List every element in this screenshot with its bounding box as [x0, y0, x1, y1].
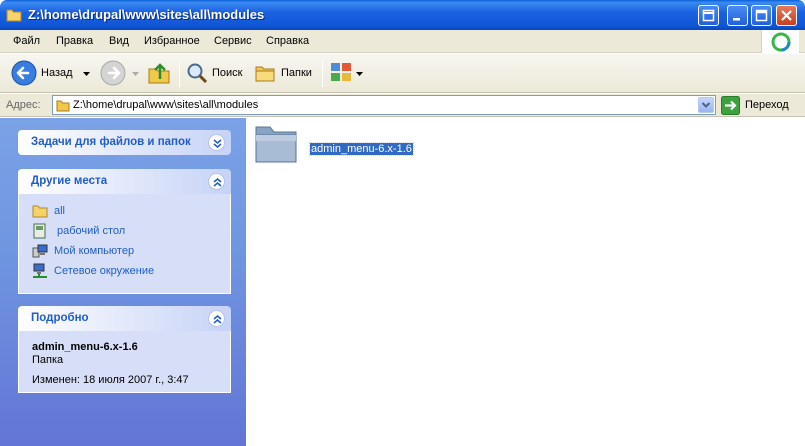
go-arrow-icon	[721, 96, 740, 115]
file-name: admin_menu-6.x-1.6	[309, 142, 414, 156]
details-modified: Изменен: 18 июля 2007 г., 3:47	[32, 374, 189, 386]
chevron-down-icon[interactable]	[83, 72, 90, 76]
up-folder-icon	[148, 63, 170, 84]
windows-logo-icon	[761, 30, 799, 53]
address-value: Z:\home\drupal\www\sites\all\modules	[73, 99, 259, 111]
toolbar: Назад Поиск Папки	[0, 54, 805, 93]
chevron-down-icon	[356, 72, 363, 76]
forward-arrow-icon	[100, 60, 126, 86]
menu-tools[interactable]: Сервис	[214, 35, 252, 47]
address-input[interactable]: Z:\home\drupal\www\sites\all\modules	[52, 95, 716, 115]
folder-icon	[56, 100, 70, 112]
file-tasks-title: Задачи для файлов и папок	[31, 136, 191, 148]
back-arrow-icon	[11, 60, 37, 86]
file-tasks-header[interactable]: Задачи для файлов и папок	[18, 130, 231, 155]
folder-icon	[6, 7, 22, 22]
menu-edit[interactable]: Правка	[56, 35, 93, 47]
back-button[interactable]: Назад	[11, 58, 93, 89]
menu-favorites[interactable]: Избранное	[144, 35, 200, 47]
place-label: all	[54, 205, 66, 217]
computer-icon	[32, 244, 48, 258]
list-item[interactable]: admin_menu-6.x-1.6	[252, 121, 422, 171]
search-label: Поиск	[212, 67, 243, 79]
address-label: Адрес:	[6, 99, 41, 111]
menu-file[interactable]: Файл	[13, 35, 40, 47]
folder-icon	[32, 205, 48, 218]
address-bar: Адрес: Z:\home\drupal\www\sites\all\modu…	[0, 94, 805, 117]
search-icon	[187, 63, 208, 84]
network-icon	[33, 263, 47, 278]
forward-button[interactable]	[100, 58, 142, 89]
place-label: Сетевое окружение	[54, 265, 155, 277]
menu-help[interactable]: Справка	[266, 35, 309, 47]
restore-panes-button[interactable]	[698, 5, 719, 26]
maximize-button[interactable]	[751, 5, 772, 26]
file-tasks-panel: Задачи для файлов и папок	[18, 130, 231, 155]
collapse-icon[interactable]	[208, 173, 225, 190]
place-label: Мой компьютер	[54, 245, 135, 257]
title-bar[interactable]: Z:\home\drupal\www\sites\all\modules	[0, 0, 805, 30]
go-label: Переход	[745, 99, 789, 111]
close-button[interactable]	[776, 5, 797, 26]
search-button[interactable]: Поиск	[186, 58, 248, 89]
task-pane: Задачи для файлов и папок Другие места a…	[0, 118, 246, 446]
details-body: admin_menu-6.x-1.6 Папка Изменен: 18 июл…	[18, 331, 231, 393]
place-label: рабочий стол	[57, 225, 126, 237]
menu-bar: Файл Правка Вид Избранное Сервис Справка	[0, 30, 805, 53]
window-title: Z:\home\drupal\www\sites\all\modules	[28, 7, 265, 22]
folders-label: Папки	[281, 67, 312, 79]
address-dropdown-button[interactable]	[698, 97, 714, 113]
desktop-icon	[33, 223, 46, 239]
chevron-down-icon	[132, 72, 139, 76]
other-places-body: all рабочий стол Мой компьютер Сетевое о…	[18, 194, 231, 294]
details-panel: Подробно admin_menu-6.x-1.6 Папка Измене…	[18, 306, 231, 393]
details-title: Подробно	[31, 312, 89, 324]
scrollbar-area	[795, 118, 805, 446]
folders-button[interactable]: Папки	[254, 58, 316, 89]
minimize-button[interactable]	[727, 5, 748, 26]
views-icon	[331, 63, 351, 81]
details-header[interactable]: Подробно	[18, 306, 231, 331]
views-button[interactable]	[330, 58, 364, 89]
up-folder-button[interactable]	[147, 58, 173, 89]
other-places-header[interactable]: Другие места	[18, 169, 231, 194]
menu-view[interactable]: Вид	[109, 35, 129, 47]
expand-icon[interactable]	[208, 134, 225, 151]
file-list[interactable]: admin_menu-6.x-1.6	[246, 118, 795, 446]
other-places-title: Другие места	[31, 175, 108, 187]
chevron-down-icon	[701, 102, 711, 108]
folder-icon	[255, 126, 297, 163]
folders-icon	[255, 66, 275, 82]
back-label: Назад	[41, 67, 73, 79]
details-name: admin_menu-6.x-1.6	[32, 341, 138, 353]
details-type: Папка	[32, 354, 64, 366]
other-places-panel: Другие места all рабочий стол Мой компью…	[18, 169, 231, 294]
collapse-icon[interactable]	[208, 310, 225, 327]
